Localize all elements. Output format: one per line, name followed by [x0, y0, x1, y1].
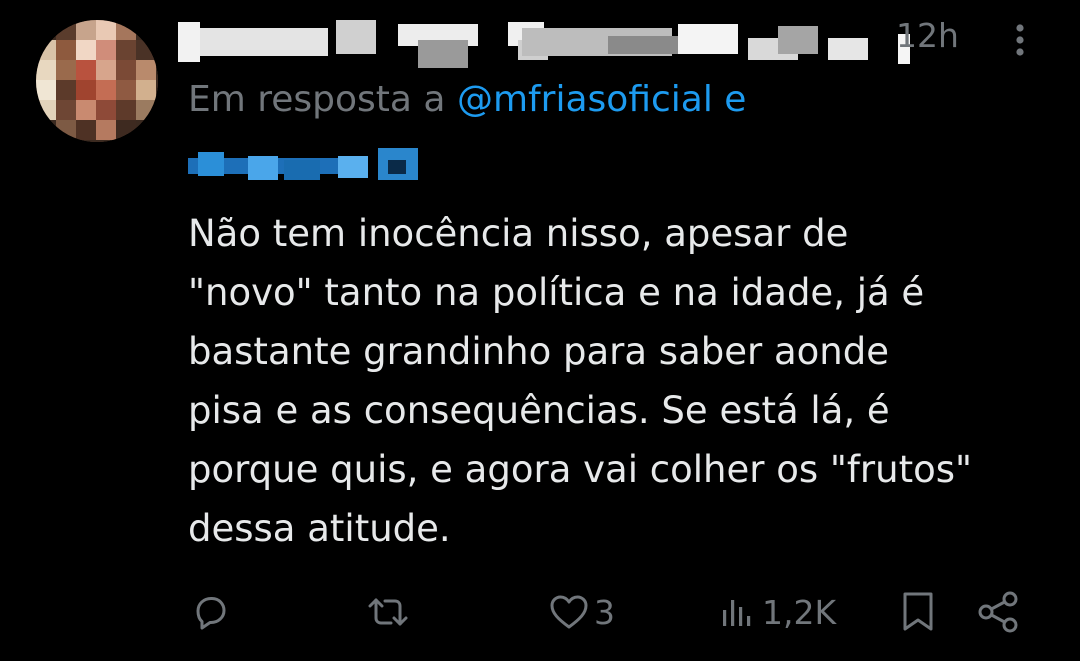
tweet-text: Não tem inocência nisso, apesar de "novo… [188, 212, 973, 550]
reply-prefix: Em resposta a [188, 79, 446, 120]
bookmark-button[interactable] [898, 580, 938, 644]
reply-mention-link[interactable]: @mfriasoficial e [457, 79, 747, 120]
timestamp[interactable]: 12h [896, 14, 959, 58]
views-count: 1,2K [762, 592, 837, 632]
action-bar: 3 1,2K [0, 580, 1080, 644]
author-name-redacted[interactable] [178, 14, 910, 68]
avatar[interactable] [36, 20, 158, 142]
like-button[interactable]: 3 [548, 580, 615, 644]
more-icon[interactable] [1004, 18, 1036, 62]
tweet[interactable]: 12h Em resposta a @mfriasoficial e Não t… [0, 0, 1080, 661]
views-button[interactable]: 1,2K [718, 580, 836, 644]
like-count: 3 [594, 592, 615, 632]
reply-context: Em resposta a @mfriasoficial e [188, 76, 746, 124]
retweet-icon [365, 592, 411, 632]
bookmark-icon [898, 590, 938, 634]
reply-button[interactable] [190, 580, 230, 644]
views-icon [718, 592, 758, 632]
retweet-button[interactable] [365, 580, 411, 644]
second-mention-redacted[interactable] [188, 148, 428, 184]
reply-icon [190, 592, 230, 632]
like-icon [548, 592, 590, 632]
share-icon [976, 590, 1022, 634]
share-button[interactable] [976, 580, 1022, 644]
